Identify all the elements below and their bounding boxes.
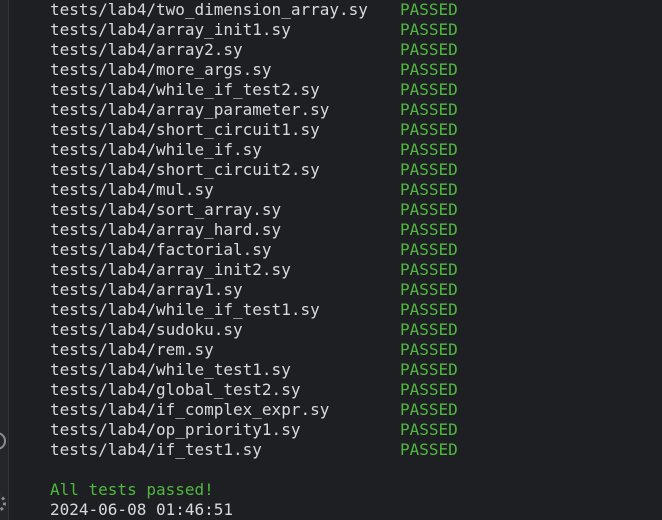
history-icon[interactable]	[0, 432, 6, 450]
test-result-row: tests/lab4/two_dimension_array.sy PASSED	[50, 0, 662, 20]
test-result-row: tests/lab4/mul.sy PASSED	[50, 180, 662, 200]
test-status: PASSED	[400, 160, 458, 179]
test-path: tests/lab4/two_dimension_array.sy	[50, 0, 368, 19]
test-result-row: tests/lab4/while_if_test2.sy PASSED	[50, 80, 662, 100]
test-status: PASSED	[400, 60, 458, 79]
test-result-row: tests/lab4/more_args.sy PASSED	[50, 60, 662, 80]
gear-icon[interactable]	[0, 494, 6, 512]
test-results: tests/lab4/two_dimension_array.sy PASSED …	[50, 0, 662, 460]
test-status: PASSED	[400, 140, 458, 159]
test-path: tests/lab4/if_complex_expr.sy	[50, 400, 330, 419]
summary-message: All tests passed!	[50, 480, 214, 499]
test-path: tests/lab4/while_if.sy	[50, 140, 262, 159]
test-result-row: tests/lab4/factorial.sy PASSED	[50, 240, 662, 260]
test-result-row: tests/lab4/array_init2.sy PASSED	[50, 260, 662, 280]
test-result-row: tests/lab4/sort_array.sy PASSED	[50, 200, 662, 220]
test-path: tests/lab4/while_if_test1.sy	[50, 300, 320, 319]
timestamp: 2024-06-08 01:46:51	[50, 500, 234, 519]
test-status: PASSED	[400, 80, 458, 99]
test-result-row: tests/lab4/if_test1.sy PASSED	[50, 440, 662, 460]
test-status: PASSED	[400, 340, 458, 359]
test-status: PASSED	[400, 20, 458, 39]
test-status: PASSED	[400, 100, 458, 119]
test-path: tests/lab4/factorial.sy	[50, 240, 272, 259]
test-path: tests/lab4/array_parameter.sy	[50, 100, 330, 119]
test-status: PASSED	[400, 220, 458, 239]
test-path: tests/lab4/sudoku.sy	[50, 320, 243, 339]
test-status: PASSED	[400, 180, 458, 199]
test-path: tests/lab4/more_args.sy	[50, 60, 272, 79]
test-result-row: tests/lab4/array_init1.sy PASSED	[50, 20, 662, 40]
test-path: tests/lab4/short_circuit2.sy	[50, 160, 320, 179]
test-status: PASSED	[400, 280, 458, 299]
test-status: PASSED	[400, 400, 458, 419]
test-result-row: tests/lab4/rem.sy PASSED	[50, 340, 662, 360]
test-result-row: tests/lab4/op_priority1.sy PASSED	[50, 420, 662, 440]
test-status: PASSED	[400, 380, 458, 399]
test-path: tests/lab4/array2.sy	[50, 40, 243, 59]
test-status: PASSED	[400, 300, 458, 319]
test-path: tests/lab4/mul.sy	[50, 180, 214, 199]
test-status: PASSED	[400, 40, 458, 59]
test-result-row: tests/lab4/while_test1.sy PASSED	[50, 360, 662, 380]
test-path: tests/lab4/array_hard.sy	[50, 220, 282, 239]
test-path: tests/lab4/while_test1.sy	[50, 360, 291, 379]
test-status: PASSED	[400, 420, 458, 439]
test-path: tests/lab4/array_init1.sy	[50, 20, 291, 39]
test-result-row: tests/lab4/while_if.sy PASSED	[50, 140, 662, 160]
test-status: PASSED	[400, 120, 458, 139]
test-status: PASSED	[400, 200, 458, 219]
test-result-row: tests/lab4/global_test2.sy PASSED	[50, 380, 662, 400]
test-result-row: tests/lab4/short_circuit1.sy PASSED	[50, 120, 662, 140]
test-path: tests/lab4/array1.sy	[50, 280, 243, 299]
test-status: PASSED	[400, 360, 458, 379]
test-status: PASSED	[400, 0, 458, 19]
terminal-output[interactable]: tests/lab4/two_dimension_array.sy PASSED …	[50, 0, 662, 520]
test-result-row: tests/lab4/array_hard.sy PASSED	[50, 220, 662, 240]
test-result-row: tests/lab4/array2.sy PASSED	[50, 40, 662, 60]
test-status: PASSED	[400, 260, 458, 279]
test-path: tests/lab4/rem.sy	[50, 340, 214, 359]
test-path: tests/lab4/while_if_test2.sy	[50, 80, 320, 99]
test-path: tests/lab4/op_priority1.sy	[50, 420, 301, 439]
activity-bar	[0, 0, 9, 520]
test-result-row: tests/lab4/array_parameter.sy PASSED	[50, 100, 662, 120]
test-result-row: tests/lab4/array1.sy PASSED	[50, 280, 662, 300]
test-result-row: tests/lab4/if_complex_expr.sy PASSED	[50, 400, 662, 420]
test-path: tests/lab4/if_test1.sy	[50, 440, 262, 459]
terminal-window: tests/lab4/two_dimension_array.sy PASSED …	[0, 0, 662, 520]
test-status: PASSED	[400, 440, 458, 459]
test-path: tests/lab4/array_init2.sy	[50, 260, 291, 279]
test-status: PASSED	[400, 240, 458, 259]
test-result-row: tests/lab4/while_if_test1.sy PASSED	[50, 300, 662, 320]
test-status: PASSED	[400, 320, 458, 339]
test-result-row: tests/lab4/short_circuit2.sy PASSED	[50, 160, 662, 180]
test-path: tests/lab4/short_circuit1.sy	[50, 120, 320, 139]
test-path: tests/lab4/global_test2.sy	[50, 380, 301, 399]
test-result-row: tests/lab4/sudoku.sy PASSED	[50, 320, 662, 340]
test-path: tests/lab4/sort_array.sy	[50, 200, 282, 219]
